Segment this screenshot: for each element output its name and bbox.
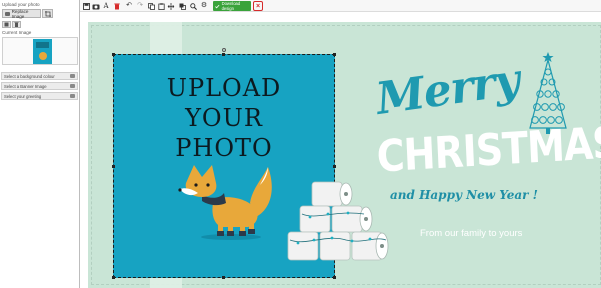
current-image-thumbnail[interactable] [33,39,52,64]
rotate-handle[interactable] [222,48,226,52]
image-icon [5,11,10,16]
current-image-box [2,37,78,65]
upload-line: UPLOAD [166,74,282,102]
camera-icon[interactable] [92,2,100,10]
settings-icon[interactable]: ⚙ [200,2,208,10]
section-banner-image[interactable]: Select a Banner Image [1,82,78,90]
editor-toolbar: A ↶ ↷ ⚙ Download design × [80,0,601,12]
toilet-paper-illustration [287,181,389,261]
layers-icon[interactable] [178,2,186,10]
section-label: Select a background colour [4,73,55,79]
zoom-icon[interactable] [189,2,197,10]
resize-handle[interactable] [333,53,336,56]
paste-icon[interactable] [157,2,165,10]
resize-handle[interactable] [112,53,115,56]
christmas-card: UPLOAD YOUR PHOTO Merry CHRISTMAS and Ha… [88,22,601,288]
remove-image-button[interactable] [12,21,21,28]
card-editor-app: Upload your photo Replace Image Current … [0,0,601,288]
save-icon[interactable] [82,2,90,10]
flip-icon [4,22,9,27]
image-icon [70,84,75,88]
resize-handle[interactable] [222,276,225,279]
close-icon[interactable]: × [253,1,263,11]
happy-new-year-text: and Happy New Year ! [390,188,538,202]
image-icon [70,74,75,78]
flip-button[interactable] [2,21,11,28]
download-label: Download design [221,1,241,11]
trash-icon [14,22,19,27]
crop-button[interactable] [42,9,53,18]
replace-image-label: Replace Image [11,8,29,19]
redo-icon[interactable]: ↷ [136,2,144,10]
current-image-label: Current Image [2,30,32,35]
christmas-tree-icon [529,52,567,134]
undo-icon[interactable]: ↶ [125,2,133,10]
check-icon [215,4,220,8]
family-line-text: From our family to yours [420,228,523,239]
section-label: Select a Banner Image [4,83,47,89]
align-icon[interactable] [167,2,175,10]
resize-handle[interactable] [112,165,115,168]
fox-illustration [178,165,272,240]
copy-icon[interactable] [147,2,155,10]
upload-heading: Upload your photo [2,2,40,7]
resize-handle[interactable] [333,165,336,168]
crop-icon [44,10,51,17]
text-icon[interactable]: A [102,2,110,10]
section-label: Select your greeting [4,93,42,99]
section-background-colour[interactable]: Select a background colour [1,72,78,80]
image-icon [70,94,75,98]
download-design-button[interactable]: Download design [213,1,251,11]
upload-photo-text: UPLOAD YOUR PHOTO [114,73,334,163]
delete-icon[interactable] [113,2,121,10]
replace-image-button[interactable]: Replace Image [2,8,41,19]
section-greeting[interactable]: Select your greeting [1,92,78,100]
design-canvas: UPLOAD YOUR PHOTO Merry CHRISTMAS and Ha… [80,12,601,288]
left-panel: Upload your photo Replace Image Current … [0,0,80,288]
resize-handle[interactable] [222,53,225,56]
upload-line: YOUR [185,104,263,132]
resize-handle[interactable] [112,276,115,279]
